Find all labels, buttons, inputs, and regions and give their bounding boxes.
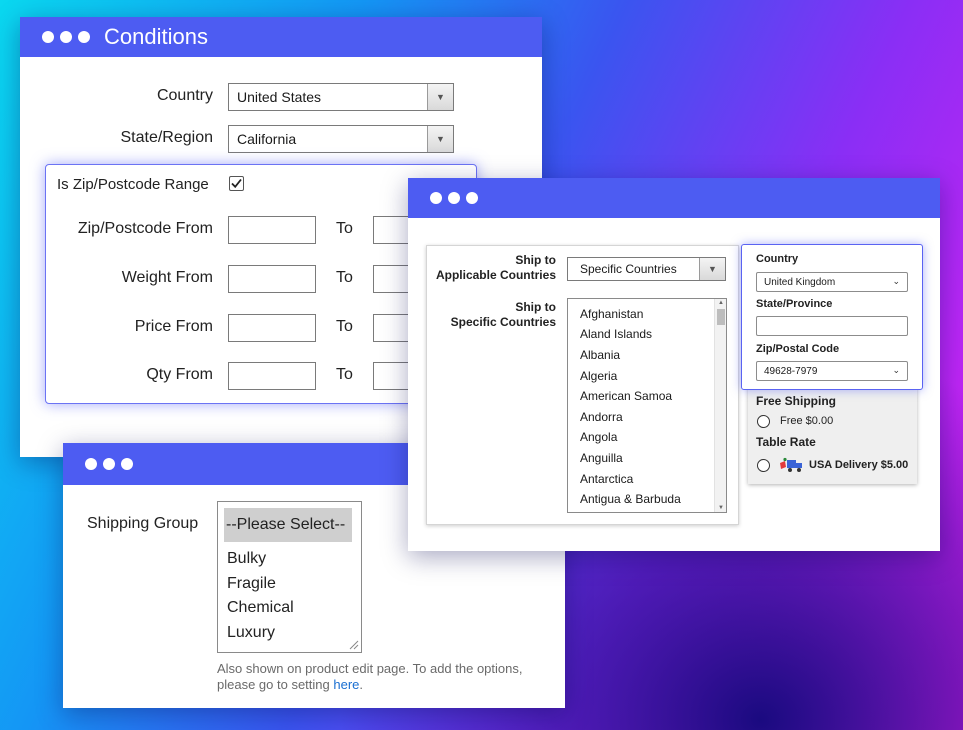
country-list-item[interactable]: Antigua & Barbuda — [580, 492, 681, 506]
weight-from-label: Weight From — [121, 269, 213, 286]
price-from-input[interactable] — [228, 314, 316, 342]
zip-to-label: To — [336, 220, 353, 237]
delivery-truck-icon — [780, 457, 802, 472]
specific-countries-label: Ship to Specific Countries — [451, 300, 556, 330]
country-list-item[interactable]: Algeria — [580, 369, 617, 383]
specific-countries-listbox[interactable]: Afghanistan Aland Islands Albania Algeri… — [567, 298, 727, 513]
estimate-state-input[interactable] — [756, 316, 908, 336]
chevron-down-icon[interactable]: ▼ — [427, 126, 453, 152]
country-list-item[interactable]: Anguilla — [580, 451, 623, 465]
state-select[interactable]: California ▼ — [228, 125, 454, 153]
applicable-countries-label: Ship to Applicable Countries — [436, 253, 556, 283]
estimate-zip-value: 49628-7979 — [764, 365, 818, 377]
estimate-panel: Country United Kingdom ⌄ State/Province … — [741, 244, 923, 390]
price-from-label: Price From — [134, 318, 213, 335]
estimate-zip-select[interactable]: 49628-7979 ⌄ — [756, 361, 908, 381]
window-dot-icon[interactable] — [85, 458, 97, 470]
window-dot-icon[interactable] — [103, 458, 115, 470]
state-label: State/Region — [120, 129, 213, 146]
window-dot-icon[interactable] — [78, 31, 90, 43]
free-shipping-radio[interactable] — [757, 415, 770, 428]
table-rate-label: Table Rate — [756, 435, 816, 449]
country-list-item[interactable]: Antarctica — [580, 472, 633, 486]
specific-label-line1: Ship to — [515, 300, 556, 314]
usa-option-label: USA Delivery $5.00 — [809, 459, 909, 471]
country-select[interactable]: United States ▼ — [228, 83, 454, 111]
estimate-country-select[interactable]: United Kingdom ⌄ — [756, 272, 908, 292]
window-dot-icon[interactable] — [121, 458, 133, 470]
chevron-down-icon[interactable]: ⌄ — [892, 276, 900, 287]
ship-to-window: Ship to Applicable Countries Specific Co… — [408, 178, 940, 551]
country-list-item[interactable]: Albania — [580, 348, 620, 362]
free-option-label: Free $0.00 — [780, 415, 834, 427]
shipping-group-label: Shipping Group — [87, 515, 199, 532]
shipping-group-listbox[interactable]: --Please Select-- Bulky Fragile Chemical… — [217, 501, 362, 653]
zip-range-checkbox[interactable] — [229, 176, 244, 191]
applicable-label-line2: Applicable Countries — [435, 268, 556, 282]
help-text: Also shown on product edit page. To add … — [217, 661, 523, 692]
table-rate-radio[interactable] — [757, 459, 770, 472]
zip-from-label: Zip/Postcode From — [77, 220, 213, 237]
specific-label-line2: Specific Countries — [450, 315, 556, 329]
country-list-item[interactable]: Angola — [580, 430, 617, 444]
help-end: . — [359, 677, 364, 692]
resize-handle-icon[interactable] — [349, 640, 359, 650]
price-to-label: To — [336, 318, 353, 335]
window-dot-icon[interactable] — [466, 192, 478, 204]
qty-from-input[interactable] — [228, 362, 316, 390]
ship-to-panel: Ship to Applicable Countries Specific Co… — [426, 245, 739, 525]
shipping-group-option[interactable]: Fragile — [227, 575, 276, 593]
country-list-item[interactable]: Afghanistan — [580, 307, 643, 321]
shipping-group-help: Also shown on product edit page. To add … — [217, 661, 552, 693]
estimate-country-value: United Kingdom — [764, 276, 836, 288]
zip-from-input[interactable] — [228, 216, 316, 244]
applicable-label-line1: Ship to — [515, 253, 556, 267]
country-label: Country — [156, 87, 213, 104]
applicable-countries-value: Specific Countries — [580, 262, 677, 276]
free-shipping-label: Free Shipping — [756, 394, 837, 408]
applicable-countries-select[interactable]: Specific Countries ▼ — [567, 257, 726, 281]
window-controls[interactable] — [42, 31, 90, 43]
conditions-titlebar: Conditions — [20, 17, 542, 57]
help-link[interactable]: here — [333, 677, 359, 692]
window-dot-icon[interactable] — [448, 192, 460, 204]
country-list-item[interactable]: Andorra — [580, 410, 623, 424]
window-controls[interactable] — [85, 458, 133, 470]
window-dot-icon[interactable] — [430, 192, 442, 204]
qty-from-label: Qty From — [146, 366, 213, 383]
state-select-value: California — [237, 131, 297, 147]
shipping-group-option-selected[interactable]: --Please Select-- — [224, 508, 352, 542]
window-dot-icon[interactable] — [42, 31, 54, 43]
country-list-item[interactable]: Aland Islands — [580, 327, 652, 341]
shipping-group-option[interactable]: Bulky — [227, 550, 266, 568]
shipping-group-option[interactable]: Luxury — [227, 624, 275, 642]
chevron-down-icon[interactable]: ▼ — [699, 258, 725, 280]
qty-to-label: To — [336, 366, 353, 383]
estimate-zip-label: Zip/Postal Code — [756, 343, 840, 355]
chevron-down-icon[interactable]: ▼ — [427, 84, 453, 110]
check-icon — [231, 178, 242, 189]
weight-to-label: To — [336, 269, 353, 286]
conditions-title: Conditions — [104, 24, 208, 49]
scroll-up-icon[interactable]: ▲ — [718, 300, 724, 306]
country-list-item[interactable]: American Samoa — [580, 389, 672, 403]
shipping-group-option[interactable]: Chemical — [227, 599, 294, 617]
weight-from-input[interactable] — [228, 265, 316, 293]
ship-to-titlebar — [408, 178, 940, 218]
zip-range-label: Is Zip/Postcode Range — [57, 176, 209, 193]
country-select-value: United States — [237, 89, 322, 105]
scroll-down-icon[interactable]: ▼ — [718, 505, 724, 511]
chevron-down-icon[interactable]: ⌄ — [892, 365, 900, 376]
window-controls[interactable] — [430, 192, 478, 204]
scrollbar-thumb[interactable] — [717, 309, 725, 325]
listbox-scrollbar[interactable]: ▲ ▼ — [714, 299, 726, 512]
estimate-state-label: State/Province — [756, 298, 833, 310]
estimate-country-label: Country — [756, 253, 799, 265]
window-dot-icon[interactable] — [60, 31, 72, 43]
